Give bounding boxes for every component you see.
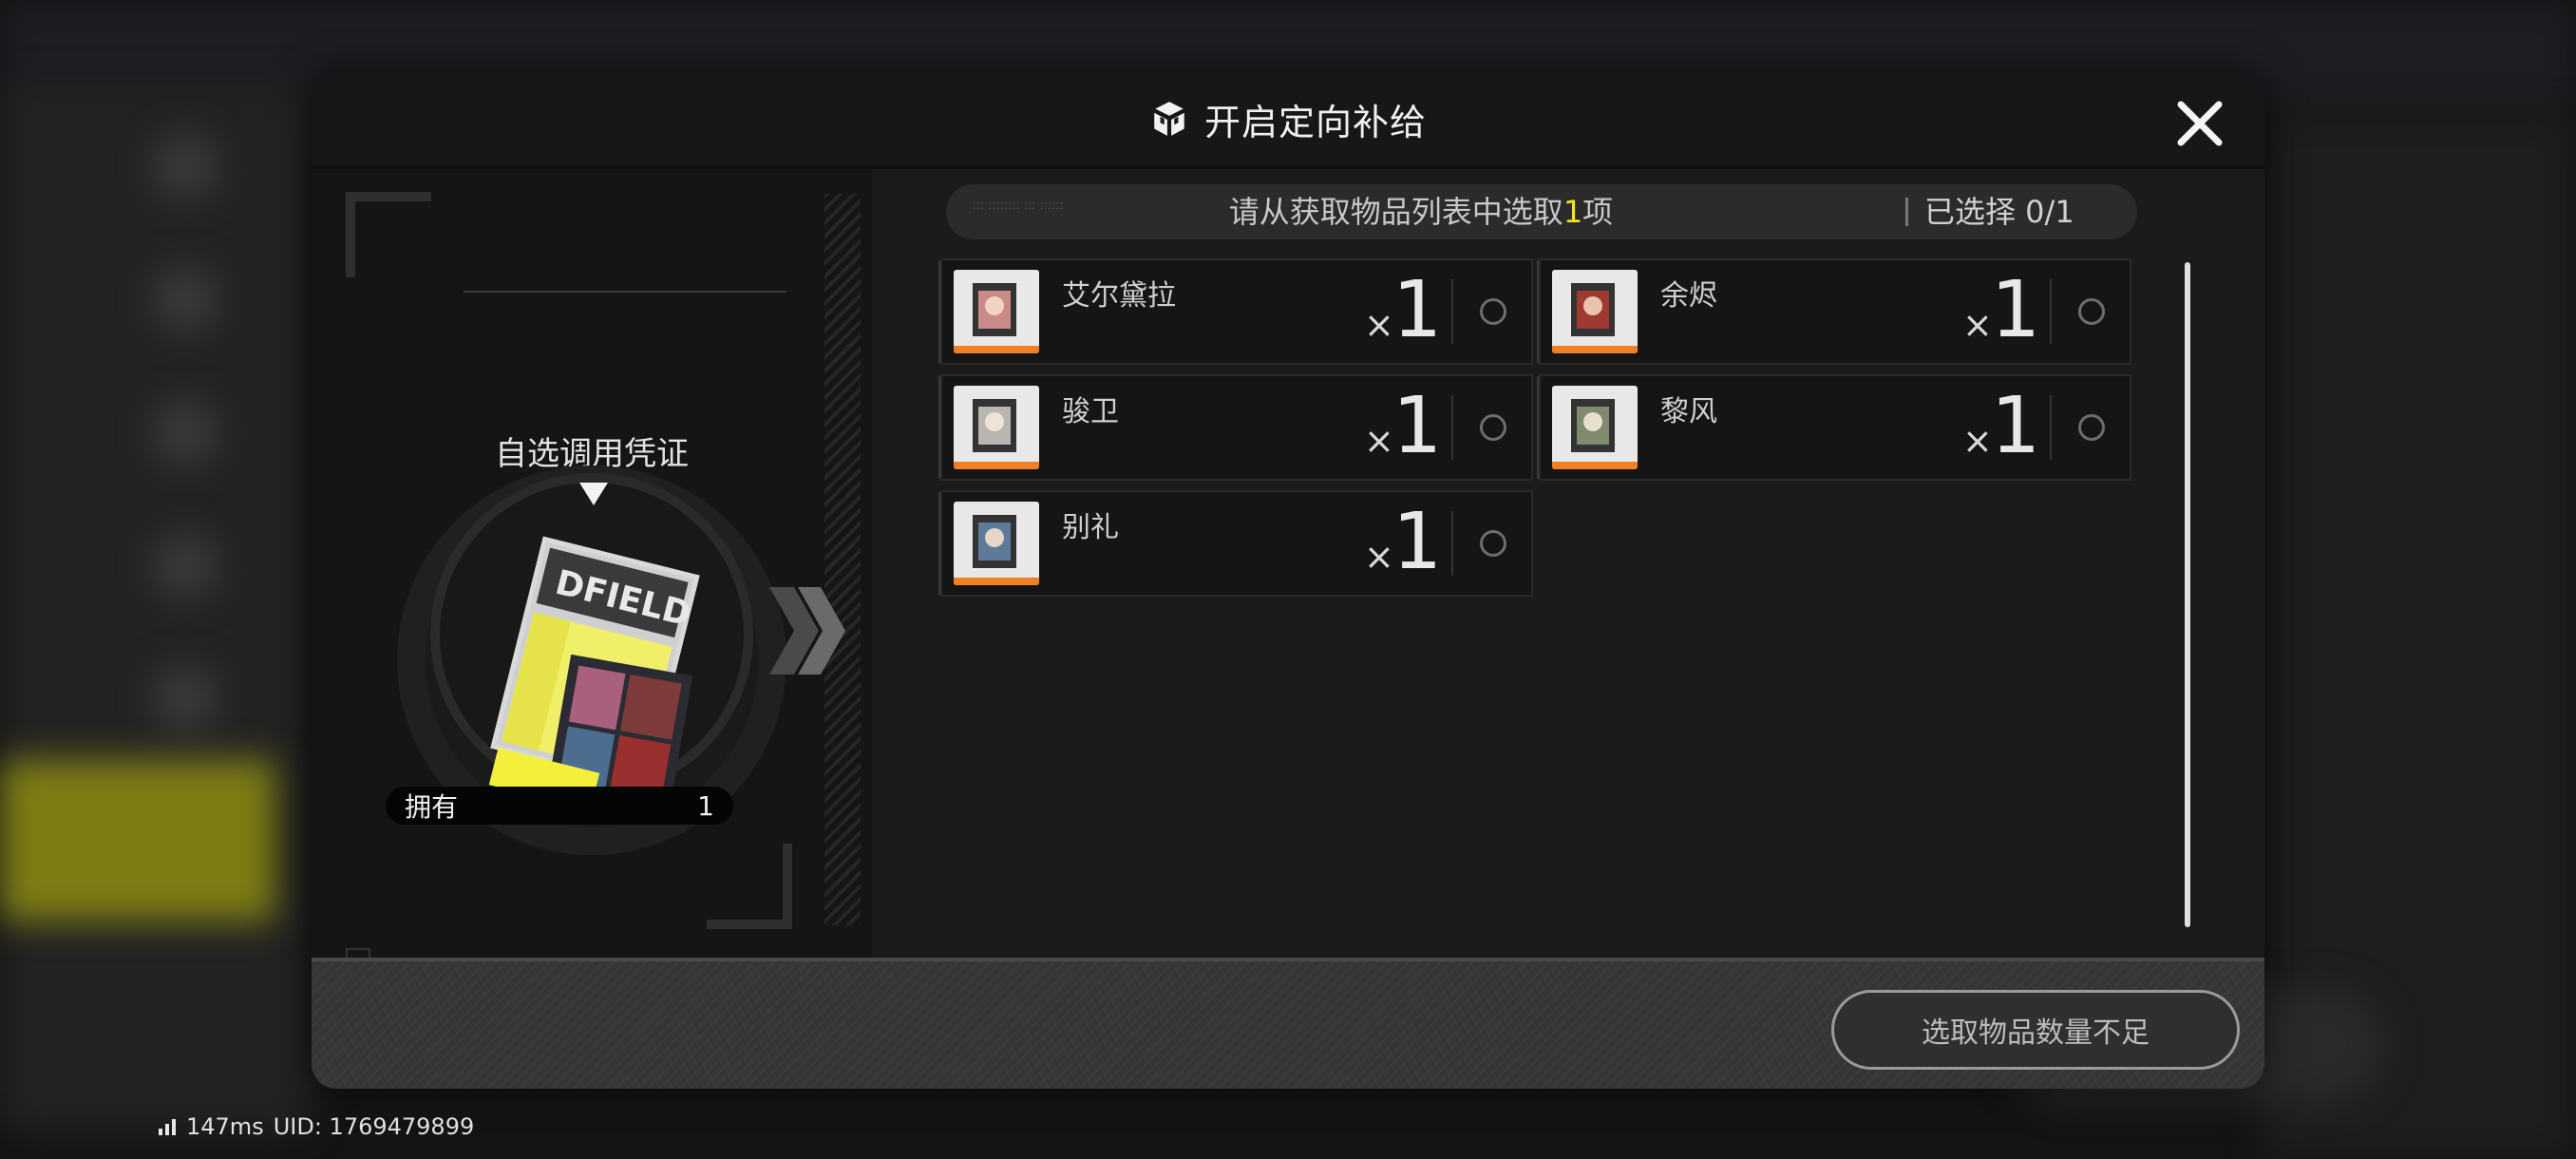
voucher-image: DFIELD	[488, 536, 700, 817]
item-thumbnail	[954, 270, 1039, 353]
item-name: 骏卫	[1062, 395, 1119, 428]
divider	[1451, 279, 1453, 344]
own-count-bar: 拥有 1	[386, 787, 733, 825]
item-name: 艾尔黛拉	[1062, 279, 1176, 313]
status-bar: 147ms UID: 1769479899	[158, 1112, 474, 1142]
dialog-footer: 选取物品数量不足	[312, 958, 2264, 1089]
list-item[interactable]: 艾尔黛拉 × 1	[938, 258, 1533, 365]
item-quantity: 1	[1392, 381, 1443, 471]
item-thumbnail	[954, 502, 1039, 585]
item-quantity: 1	[1392, 265, 1443, 355]
bg-icon	[152, 532, 218, 598]
dialog-header: 开启定向补给	[312, 72, 2264, 169]
supply-dialog: 开启定向补给 自选调用凭证 DFIELD 拥有 1 ⁚⁚⁚ ⁚⁚⁚⁚⁚⁚⁚⁚ ⁚…	[312, 72, 2264, 1089]
box-icon	[1154, 102, 1184, 136]
item-name: 余烬	[1660, 279, 1717, 313]
divider	[2050, 395, 2052, 460]
corner-decoration	[346, 192, 431, 277]
bg-icon	[152, 133, 218, 200]
selected-count: 已选择 0/1	[1924, 194, 2074, 230]
multiply-icon: ×	[1364, 536, 1394, 578]
divider	[1905, 198, 1908, 226]
hatch-stripe	[824, 194, 861, 925]
select-radio[interactable]	[1480, 298, 1506, 325]
divider	[2050, 279, 2052, 344]
selection-prompt: 请从获取物品列表中选取1项	[1228, 194, 1614, 230]
own-count: 1	[697, 789, 714, 822]
item-thumbnail	[1552, 270, 1638, 353]
multiply-icon: ×	[1364, 304, 1394, 346]
own-label: 拥有	[405, 791, 459, 823]
item-quantity: 1	[1392, 497, 1443, 587]
bg-icon	[152, 399, 218, 466]
divider	[1451, 395, 1453, 460]
item-list: 艾尔黛拉 × 1 余烬 × 1 骏卫 × 1 黎风 × 1 别礼 × 1	[938, 258, 2131, 961]
select-radio[interactable]	[2078, 414, 2105, 441]
select-radio[interactable]	[2078, 298, 2105, 325]
item-name: 黎风	[1660, 395, 1717, 428]
select-radio[interactable]	[1480, 530, 1506, 557]
bg-left-panel	[0, 86, 313, 1130]
signal-icon	[159, 1119, 176, 1135]
item-quantity: 1	[1991, 265, 2041, 355]
selection-bar: ⁚⁚⁚ ⁚⁚⁚⁚⁚⁚⁚⁚ ⁚⁚⁚ ⁚⁚⁚⁚⁚⁚ 请从获取物品列表中选取1项 已选…	[946, 184, 2137, 239]
multiply-icon: ×	[1962, 304, 1993, 346]
item-thumbnail	[1552, 386, 1638, 469]
item-quantity: 1	[1991, 381, 2041, 471]
dialog-title: 开启定向补给	[1203, 101, 1427, 143]
voucher-panel: 自选调用凭证 DFIELD 拥有 1	[312, 169, 872, 1001]
ping-text: 147ms	[186, 1113, 264, 1140]
pointer-icon	[579, 483, 608, 505]
corner-decoration	[707, 844, 792, 929]
list-item[interactable]: 骏卫 × 1	[938, 374, 1533, 481]
selection-prompt-count: 1	[1563, 194, 1583, 230]
list-item[interactable]: 黎风 × 1	[1537, 374, 2131, 481]
list-item[interactable]: 余烬 × 1	[1537, 258, 2131, 365]
bg-highlight	[0, 760, 275, 922]
scrollbar-thumb[interactable]	[2185, 262, 2190, 927]
decor-line	[464, 291, 786, 293]
close-icon[interactable]	[2173, 97, 2226, 150]
list-item[interactable]: 别礼 × 1	[938, 490, 1533, 597]
confirm-button[interactable]: 选取物品数量不足	[1831, 990, 2240, 1070]
item-name: 别礼	[1062, 511, 1119, 544]
select-radio[interactable]	[1480, 414, 1506, 441]
item-thumbnail	[954, 386, 1039, 469]
chevron-right-icon	[769, 587, 845, 674]
divider	[1451, 511, 1453, 576]
bg-icon	[152, 266, 218, 332]
multiply-icon: ×	[1364, 420, 1394, 462]
bg-icon	[152, 665, 218, 732]
uid-text: UID: 1769479899	[273, 1113, 475, 1140]
multiply-icon: ×	[1962, 420, 1993, 462]
